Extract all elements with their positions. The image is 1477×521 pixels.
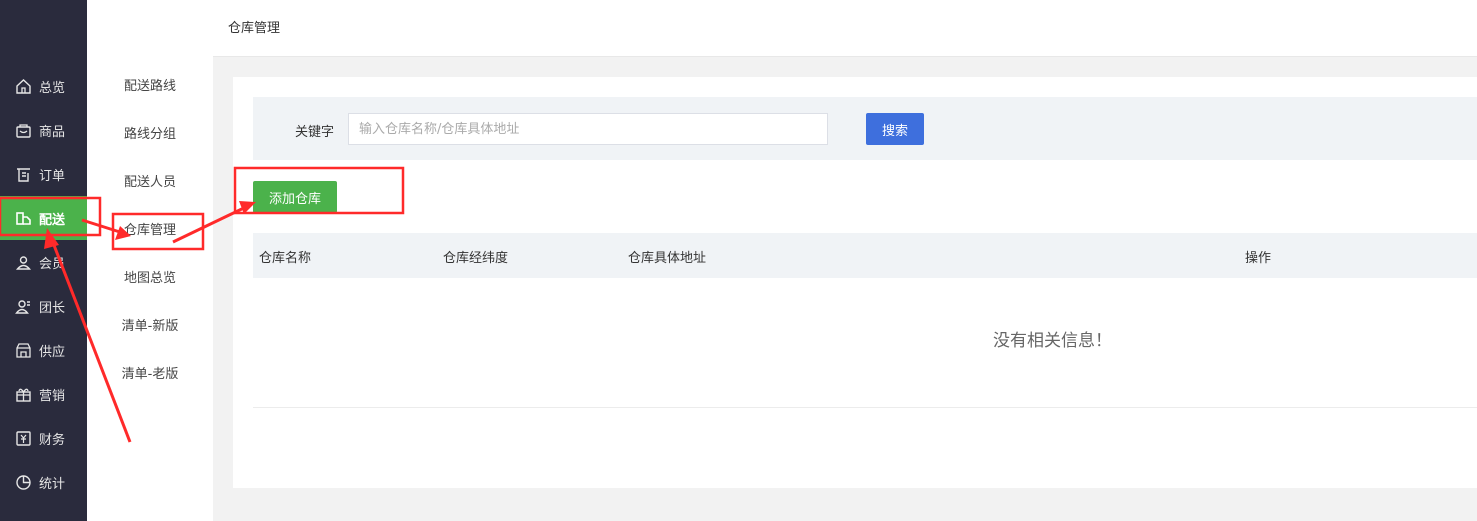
supply-icon [15, 342, 32, 359]
leader-icon [15, 298, 32, 315]
sidebar-item-label: 团长 [39, 300, 66, 316]
content-card: 关键字 搜索 添加仓库 仓库名称 仓库经纬度 仓库具体地址 操作 没有相关信息！ [233, 77, 1477, 488]
sidebar-item-label: 供应 [39, 344, 66, 360]
sidebar-item-finance[interactable]: 财务 [0, 416, 87, 460]
submenu-item-list-new[interactable]: 清单-新版 [87, 312, 213, 342]
sidebar-item-members[interactable]: 会员 [0, 240, 87, 284]
submenu-item-warehouse-management[interactable]: 仓库管理 [87, 216, 213, 246]
sidebar-item-delivery[interactable]: 配送 [0, 196, 87, 240]
submenu-item-delivery-staff[interactable]: 配送人员 [87, 168, 213, 198]
sidebar-item-label: 营销 [39, 388, 66, 404]
submenu-item-map-overview[interactable]: 地图总览 [87, 264, 213, 294]
finance-icon [15, 430, 32, 447]
sidebar-item-label: 财务 [39, 432, 66, 448]
sidebar-item-label: 总览 [39, 80, 66, 96]
delivery-icon [15, 210, 32, 227]
table-header: 仓库名称 仓库经纬度 仓库具体地址 操作 [253, 233, 1477, 278]
sidebar-item-label: 商品 [39, 124, 66, 140]
goods-icon [15, 122, 32, 139]
add-warehouse-button[interactable]: 添加仓库 [253, 181, 337, 213]
search-button[interactable]: 搜索 [866, 113, 924, 145]
submenu-item-list-old[interactable]: 清单-老版 [87, 360, 213, 390]
home-icon [15, 78, 32, 95]
search-bar: 关键字 搜索 [253, 97, 1477, 160]
search-input[interactable] [348, 113, 828, 145]
sidebar-item-goods[interactable]: 商品 [0, 108, 87, 152]
column-header: 仓库具体地址 [628, 251, 707, 266]
search-label: 关键字 [295, 125, 335, 140]
sidebar-item-leaders[interactable]: 团长 [0, 284, 87, 328]
sidebar-item-statistics[interactable]: 统计 [0, 460, 87, 504]
submenu-item-routes[interactable]: 配送路线 [87, 72, 213, 102]
sidebar-item-orders[interactable]: 订单 [0, 152, 87, 196]
chart-icon [15, 474, 32, 491]
page-header: 仓库管理 [213, 0, 1477, 57]
empty-message: 没有相关信息！ [993, 331, 1112, 351]
order-icon [15, 166, 32, 183]
sidebar-item-overview[interactable]: 总览 [0, 64, 87, 108]
delivery-submenu: 配送路线 路线分组 配送人员 仓库管理 地图总览 清单-新版 清单-老版 [87, 0, 213, 521]
column-header: 仓库名称 [259, 251, 312, 266]
sidebar-item-supply[interactable]: 供应 [0, 328, 87, 372]
sidebar-item-label: 统计 [39, 476, 66, 492]
empty-state: 没有相关信息！ [253, 278, 1477, 408]
column-header: 操作 [1245, 251, 1272, 266]
sidebar-item-label: 订单 [39, 168, 66, 184]
sidebar-item-label: 配送 [39, 212, 66, 228]
column-header: 仓库经纬度 [443, 251, 509, 266]
page-title: 仓库管理 [228, 21, 281, 36]
main-sidebar: 总览 商品 订单 配送 会员 团长 供应 营销 财务 统计 [0, 0, 87, 521]
member-icon [15, 254, 32, 271]
submenu-item-route-groups[interactable]: 路线分组 [87, 120, 213, 150]
sidebar-item-label: 会员 [39, 256, 66, 272]
gift-icon [15, 386, 32, 403]
sidebar-item-marketing[interactable]: 营销 [0, 372, 87, 416]
